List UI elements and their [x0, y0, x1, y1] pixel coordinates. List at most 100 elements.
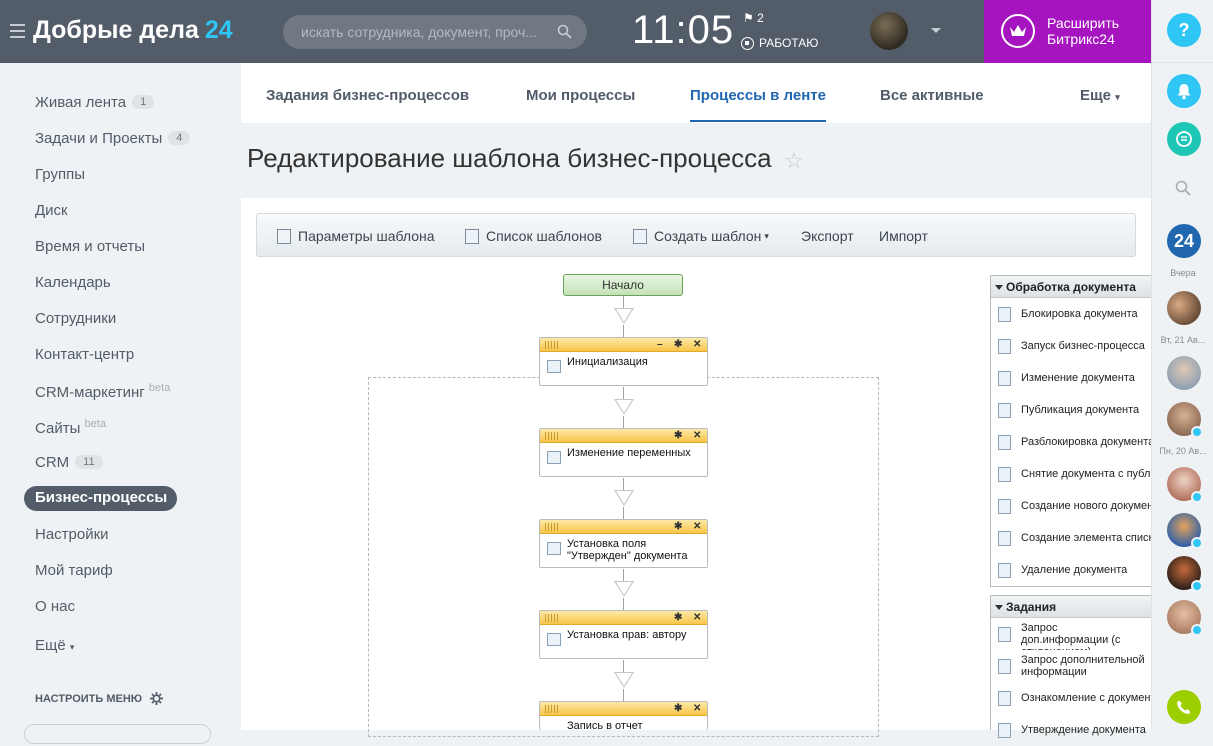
search-icon[interactable]: [1175, 180, 1191, 196]
activity-title: Установка поля "Утвержден" документа: [567, 538, 688, 562]
search-icon[interactable]: [557, 24, 572, 39]
star-icon[interactable]: ☆: [784, 148, 804, 174]
minimize-icon[interactable]: –: [657, 339, 663, 350]
configure-menu-button[interactable]: НАСТРОИТЬ МЕНЮ: [35, 692, 164, 705]
palette-item[interactable]: Ознакомление с документом: [991, 682, 1151, 714]
gear-icon[interactable]: ✱: [674, 339, 682, 350]
sidebar-item-time-reports[interactable]: Время и отчеты: [35, 238, 145, 255]
sidebar-item-crm-marketing[interactable]: CRM-маркетинг beta: [35, 382, 170, 401]
activity-block[interactable]: ✱ ✕ Запись в отчет: [539, 701, 708, 732]
recent-chat-avatar[interactable]: [1167, 467, 1203, 503]
tab-all-active[interactable]: Все активные: [880, 87, 984, 104]
drop-arrow-icon[interactable]: [614, 490, 634, 506]
gear-icon[interactable]: ✱: [674, 703, 682, 714]
sidebar-item-crm[interactable]: CRM 11: [35, 454, 103, 471]
palette-item[interactable]: Блокировка документа: [991, 298, 1151, 330]
gear-icon[interactable]: ✱: [674, 430, 682, 441]
drop-arrow-icon[interactable]: [614, 581, 634, 597]
user-avatar[interactable]: [870, 12, 908, 50]
notifications-icon[interactable]: [1167, 74, 1201, 108]
sidebar-item-about[interactable]: О нас: [35, 598, 75, 615]
palette-item[interactable]: Запрос дополнительной информации: [991, 650, 1151, 682]
template-params-button[interactable]: Параметры шаблона: [277, 228, 435, 244]
tab-more[interactable]: Еще ▾: [1080, 87, 1120, 104]
bitrix24-icon[interactable]: 24: [1167, 224, 1201, 258]
phone-icon[interactable]: [1167, 690, 1201, 724]
tab-processes-in-feed[interactable]: Процессы в ленте: [690, 87, 826, 104]
palette-item[interactable]: Разблокировка документа: [991, 426, 1151, 458]
close-icon[interactable]: ✕: [693, 339, 701, 350]
connector-line: [623, 689, 624, 701]
drag-handle[interactable]: [545, 432, 559, 440]
work-status[interactable]: РАБОТАЮ: [741, 36, 818, 50]
sidebar-item-live-feed[interactable]: Живая лента 1: [35, 94, 155, 111]
recent-chat-avatar[interactable]: [1167, 356, 1201, 390]
activity-block[interactable]: – ✱ ✕ Инициализация: [539, 337, 708, 386]
recent-chat-avatar[interactable]: [1167, 402, 1203, 438]
close-icon[interactable]: ✕: [693, 703, 701, 714]
activity-block[interactable]: ✱ ✕ Установка прав: автору: [539, 610, 708, 659]
sidebar-item-calendar[interactable]: Календарь: [35, 274, 111, 291]
chevron-down-icon: ▾: [69, 642, 75, 652]
palette-item[interactable]: Публикация документа: [991, 394, 1151, 426]
palette-item[interactable]: Удаление документа: [991, 554, 1151, 586]
palette-item[interactable]: Изменение документа: [991, 362, 1151, 394]
close-icon[interactable]: ✕: [693, 612, 701, 623]
drag-handle[interactable]: [545, 523, 559, 531]
bottom-menu-button[interactable]: [24, 724, 211, 744]
help-button[interactable]: ?: [1167, 13, 1201, 47]
drop-arrow-icon[interactable]: [614, 399, 634, 415]
menu-icon[interactable]: [10, 24, 25, 38]
sidebar-item-more[interactable]: Ещё ▾: [35, 637, 74, 654]
sidebar-item-tasks[interactable]: Задачи и Проекты 4: [35, 130, 191, 147]
search-input[interactable]: искать сотрудника, документ, проч...: [283, 15, 587, 49]
chat-icon[interactable]: [1167, 122, 1201, 156]
right-panel: ? 24 Вчера Вт, 21 Ав... Пн, 20 Ав...: [1151, 0, 1213, 730]
drop-arrow-icon[interactable]: [614, 308, 634, 324]
palette-group-header[interactable]: Обработка документа: [991, 276, 1151, 298]
drop-arrow-icon[interactable]: [614, 672, 634, 688]
close-icon[interactable]: ✕: [693, 521, 701, 532]
tab-my-processes[interactable]: Мои процессы: [526, 87, 635, 104]
palette-item[interactable]: Запуск бизнес-процесса: [991, 330, 1151, 362]
import-button[interactable]: Импорт: [879, 228, 928, 244]
palette-item[interactable]: Снятие документа с публикации: [991, 458, 1151, 490]
template-list-button[interactable]: Список шаблонов: [465, 228, 602, 244]
palette-item[interactable]: Запрос доп.информации (с отклонением): [991, 618, 1151, 650]
sidebar-item-groups[interactable]: Группы: [35, 166, 85, 183]
upgrade-label-2: Битрикс24: [1047, 31, 1115, 47]
logo[interactable]: Добрые дела 24: [33, 16, 233, 45]
recent-chat-avatar[interactable]: [1167, 600, 1203, 636]
palette-item[interactable]: Создание элемента списка: [991, 522, 1151, 554]
palette-item[interactable]: Утверждение документа: [991, 714, 1151, 746]
tab-bp-tasks[interactable]: Задания бизнес-процессов: [266, 87, 469, 104]
export-button[interactable]: Экспорт: [801, 228, 854, 244]
gear-icon[interactable]: ✱: [674, 612, 682, 623]
chevron-down-icon[interactable]: [931, 28, 941, 33]
recent-chat-avatar[interactable]: [1167, 556, 1203, 592]
gear-icon[interactable]: ✱: [674, 521, 682, 532]
start-block[interactable]: Начало: [563, 274, 683, 296]
sidebar-item-my-plan[interactable]: Мой тариф: [35, 562, 113, 579]
create-template-button[interactable]: Создать шаблон ▾: [633, 228, 769, 244]
drag-handle[interactable]: [545, 705, 559, 713]
activity-block[interactable]: ✱ ✕ Изменение переменных: [539, 428, 708, 477]
drag-handle[interactable]: [545, 341, 559, 349]
palette-item[interactable]: Создание нового документа: [991, 490, 1151, 522]
close-icon[interactable]: ✕: [693, 430, 701, 441]
sidebar-item-disk[interactable]: Диск: [35, 202, 68, 219]
upgrade-button[interactable]: Расширить Битрикс24: [984, 0, 1151, 63]
sidebar-item-settings[interactable]: Настройки: [35, 526, 109, 543]
top-header: Добрые дела 24 искать сотрудника, докумен…: [0, 0, 1151, 63]
sidebar-item-sites[interactable]: Сайты beta: [35, 418, 106, 437]
flag-counter[interactable]: ⚑ 2: [743, 11, 764, 25]
recent-chat-avatar[interactable]: [1167, 513, 1203, 549]
counter-badge: 1: [132, 95, 155, 109]
palette-group-header[interactable]: Задания: [991, 596, 1151, 618]
drag-handle[interactable]: [545, 614, 559, 622]
sidebar-item-contact-center[interactable]: Контакт-центр: [35, 346, 134, 363]
sidebar-item-business-processes[interactable]: Бизнес-процессы: [35, 489, 167, 506]
sidebar-item-employees[interactable]: Сотрудники: [35, 310, 116, 327]
activity-block[interactable]: ✱ ✕ Установка поля "Утвержден" документа: [539, 519, 708, 568]
recent-chat-avatar[interactable]: [1167, 291, 1201, 325]
